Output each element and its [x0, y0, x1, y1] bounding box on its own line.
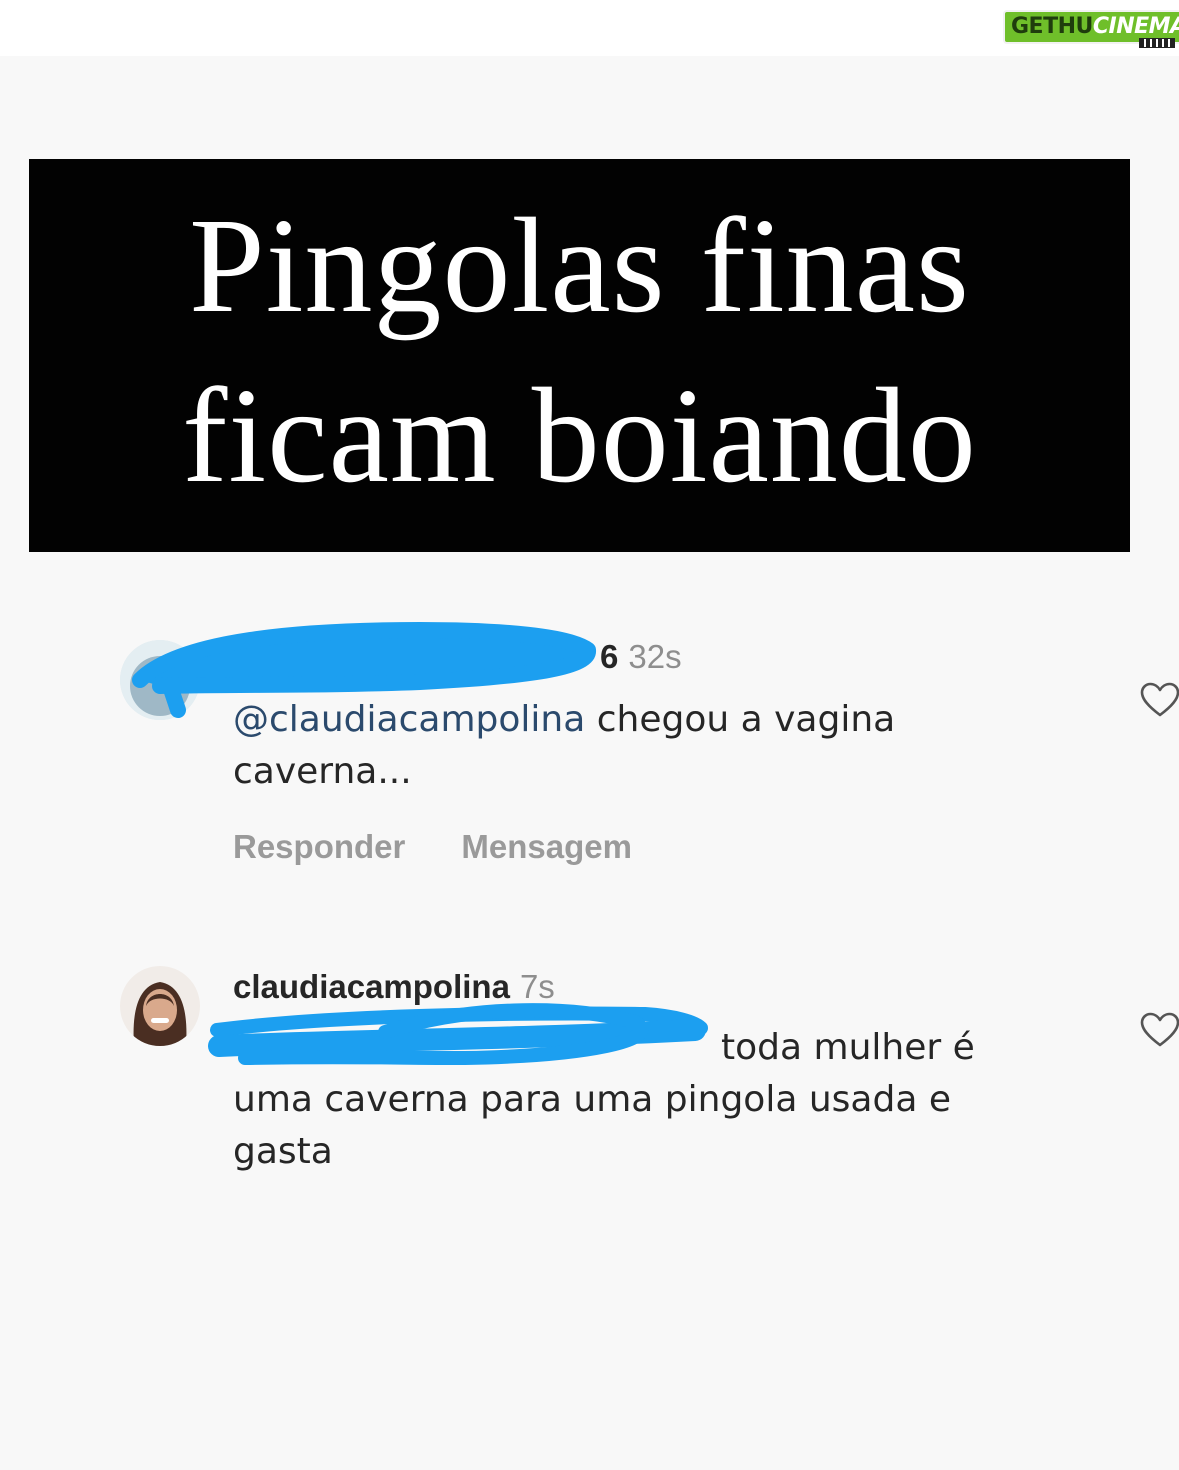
username[interactable]: 6: [600, 638, 618, 675]
mention-link[interactable]: @claudiacampolina: [233, 699, 585, 740]
comment-2-line-2: uma caverna para uma pingola usada e: [233, 1079, 951, 1120]
film-strip-icon: [1139, 38, 1175, 48]
comment-1-text: @claudiacampolina chegou a vagina cavern…: [233, 694, 895, 798]
watermark-part2: CINEMA: [1092, 14, 1179, 39]
comment-1: 6 32s @claudiacampolina chegou a vagina c…: [0, 600, 1179, 900]
comment-2-line-1: toda mulher é: [233, 1022, 975, 1074]
reply-button[interactable]: Responder: [233, 828, 405, 865]
comment-2-header: claudiacampolina 7s: [233, 968, 555, 1006]
username[interactable]: claudiacampolina: [233, 968, 510, 1005]
comment-2: claudiacampolina 7s toda mulher é uma cav…: [0, 960, 1179, 1200]
comment-1-text-a: chegou a vagina: [585, 699, 896, 740]
heart-icon[interactable]: [1140, 682, 1179, 718]
avatar-image: [120, 966, 200, 1046]
message-button[interactable]: Mensagem: [461, 828, 632, 865]
timestamp: 7s: [519, 968, 555, 1005]
comment-2-line-3: gasta: [233, 1131, 333, 1172]
heart-icon[interactable]: [1140, 1012, 1179, 1048]
avatar[interactable]: [120, 966, 200, 1046]
post-banner: Pingolas finas ficam boiando: [29, 159, 1130, 552]
banner-line-2: ficam boiando: [182, 361, 977, 511]
watermark-part1: GETHU: [1011, 14, 1093, 39]
comment-1-header: 6 32s: [600, 638, 682, 676]
banner-line-1: Pingolas finas: [189, 191, 970, 341]
avatar[interactable]: [120, 640, 200, 720]
comment-actions: Responder Mensagem: [233, 828, 688, 866]
comment-2-text: toda mulher é uma caverna para uma pingo…: [233, 1022, 975, 1178]
timestamp: 32s: [628, 638, 682, 675]
comment-1-line-2: caverna...: [233, 751, 412, 792]
comment-2-text-a: toda mulher é: [721, 1027, 975, 1068]
avatar-image: [120, 640, 200, 720]
watermark-logo: GETHUCINEMA: [1003, 8, 1179, 48]
comment-1-line-1: @claudiacampolina chegou a vagina: [233, 694, 895, 746]
